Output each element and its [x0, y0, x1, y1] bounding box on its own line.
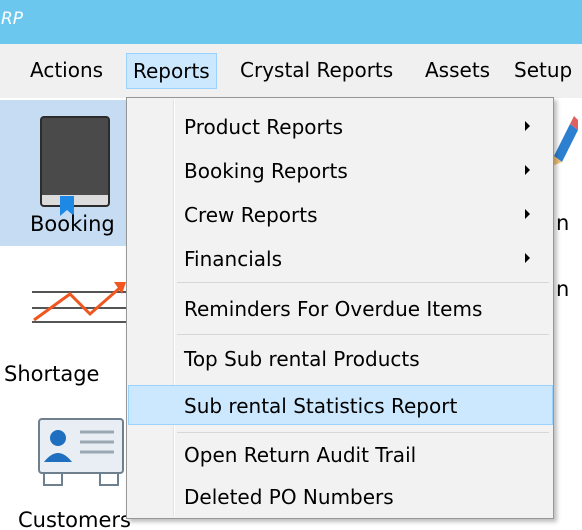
- app-title: RP: [1, 9, 24, 29]
- menu-item-label: Top Sub rental Products: [184, 347, 420, 371]
- submenu-arrow-icon: [525, 253, 530, 263]
- book-pages-icon: [40, 195, 110, 207]
- menu-item-label: Crew Reports: [184, 203, 318, 227]
- menu-reports[interactable]: Reports: [126, 53, 217, 89]
- menu-crystal-reports[interactable]: Crystal Reports: [234, 53, 399, 89]
- menu-item-label: Open Return Audit Trail: [184, 443, 417, 467]
- menu-item-label: Sub rental Statistics Report: [184, 394, 458, 418]
- submenu-arrow-icon: [525, 209, 530, 219]
- menu-item-top-sub-rental-products[interactable]: Top Sub rental Products: [129, 340, 551, 376]
- menu-item-sub-rental-statistics[interactable]: Sub rental Statistics Report: [128, 385, 553, 425]
- tile-label-fragment: n: [556, 211, 570, 235]
- menu-bar: Actions Reports Crystal Reports Assets S…: [0, 44, 582, 98]
- menu-assets[interactable]: Assets: [419, 53, 496, 89]
- title-bar: RP: [0, 0, 582, 44]
- menu-setup[interactable]: Setup: [508, 53, 578, 89]
- menu-item-label: Product Reports: [184, 115, 344, 139]
- menu-item-open-return-audit-trail[interactable]: Open Return Audit Trail: [129, 436, 551, 472]
- menu-item-product-reports[interactable]: Product Reports: [129, 108, 551, 144]
- booking-label: Booking: [30, 212, 115, 236]
- menu-item-label: Booking Reports: [184, 159, 348, 183]
- menu-separator: [177, 432, 549, 433]
- menu-item-reminders-overdue[interactable]: Reminders For Overdue Items: [129, 290, 551, 326]
- menu-item-financials[interactable]: Financials: [129, 240, 551, 276]
- customers-label: Customers: [18, 508, 131, 530]
- shortages-label: Shortage: [4, 362, 100, 386]
- menu-separator: [177, 334, 549, 335]
- menu-item-booking-reports[interactable]: Booking Reports: [129, 152, 551, 188]
- book-icon: [40, 116, 110, 200]
- shortage-chart-icon[interactable]: [30, 270, 130, 330]
- tile-label-fragment: n: [556, 277, 570, 301]
- reports-dropdown-menu: Product Reports Booking Reports Crew Rep…: [126, 97, 554, 519]
- menu-item-label: Reminders For Overdue Items: [184, 297, 483, 321]
- menu-item-deleted-po-numbers[interactable]: Deleted PO Numbers: [129, 478, 551, 514]
- customer-card-icon[interactable]: [38, 418, 124, 490]
- menu-item-label: Financials: [184, 247, 282, 271]
- submenu-arrow-icon: [525, 121, 530, 131]
- submenu-arrow-icon: [525, 165, 530, 175]
- menu-actions[interactable]: Actions: [24, 53, 109, 89]
- menu-item-crew-reports[interactable]: Crew Reports: [129, 196, 551, 232]
- menu-separator: [177, 282, 549, 283]
- menu-item-label: Deleted PO Numbers: [184, 485, 394, 509]
